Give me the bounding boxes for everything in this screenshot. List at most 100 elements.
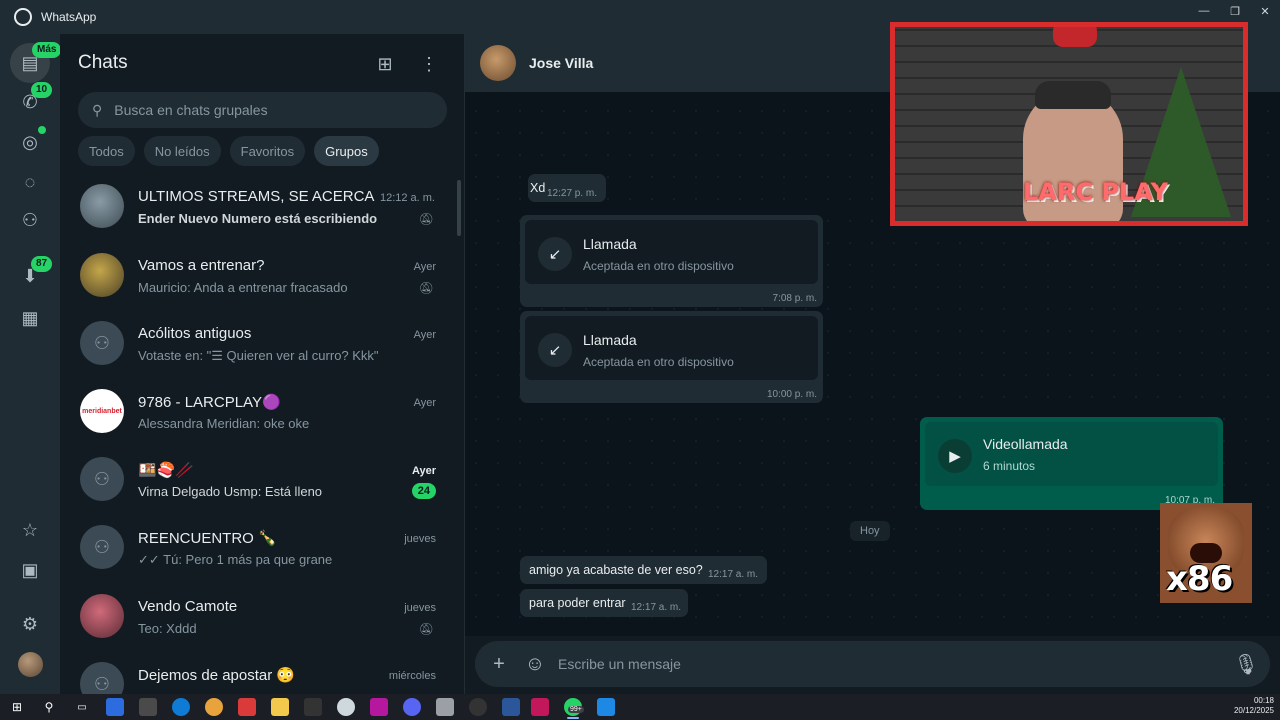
store-nav-button[interactable]: ▦ (14, 302, 46, 334)
store-app-icon[interactable] (106, 698, 124, 716)
chat-avatar (80, 184, 124, 228)
chat-time: jueves (404, 533, 436, 545)
app-icon[interactable] (238, 698, 256, 716)
status-icon: ◎ (22, 131, 38, 152)
store-icon: ▦ (21, 307, 39, 328)
search-input[interactable]: Busca en chats grupales (114, 102, 267, 118)
chat-item[interactable]: ⚇ REENCUENTRO 🍾 jueves ✓✓ Tú: Pero 1 más… (60, 519, 464, 587)
menu-dots-icon[interactable]: ⋮ (417, 52, 441, 76)
sticker-emoji-icon[interactable]: ☺ (523, 652, 547, 676)
call-card[interactable]: ↙ Llamada Aceptada en otro dispositivo (525, 220, 818, 284)
contact-avatar[interactable] (480, 45, 516, 81)
close-button[interactable]: ✕ (1250, 0, 1280, 22)
streamer-headset (1035, 81, 1111, 109)
chat-avatar: meridianbet (80, 389, 124, 433)
archived-badge: 87 (31, 256, 53, 272)
search-box[interactable]: ⚲ Busca en chats grupales (78, 92, 447, 128)
meme-text: x86 (1166, 559, 1233, 599)
whatsapp-taskbar-badge: 99+ (568, 706, 584, 713)
message-bubble-incoming[interactable]: amigo ya acabaste de ver eso? 12:17 a. m… (520, 556, 767, 584)
message-time: 12:17 a. m. (631, 602, 682, 613)
chrome-browser-icon[interactable] (205, 698, 223, 716)
chat-item[interactable]: ⚇ Acólitos antiguos Ayer Votaste en: "☰ … (60, 315, 464, 383)
christmas-bow-icon (1053, 27, 1097, 47)
profile-avatar[interactable] (18, 652, 43, 677)
chat-time: Ayer (411, 465, 436, 477)
chat-name: Vamos a entrenar? (138, 257, 265, 274)
chat-avatar (80, 253, 124, 297)
filter-chips: Todos No leídos Favoritos Grupos (78, 136, 379, 166)
unread-count-badge: 24 (411, 483, 436, 499)
group-avatar-icon: ⚇ (80, 525, 124, 569)
chat-item[interactable]: Vamos a entrenar? Ayer Mauricio: Anda a … (60, 247, 464, 315)
channels-icon: ◌ (24, 171, 36, 192)
starred-nav-button[interactable]: ☆ (14, 514, 46, 546)
filter-no-leidos[interactable]: No leídos (143, 136, 221, 166)
new-chat-icon[interactable]: ⊞ (373, 52, 397, 76)
communities-nav-button[interactable]: ⚇ (14, 204, 46, 236)
filter-todos[interactable]: Todos (78, 136, 135, 166)
media-nav-button[interactable]: ▣ (14, 554, 46, 586)
call-bubble[interactable]: ↙ Llamada Aceptada en otro dispositivo 7… (520, 215, 823, 307)
start-windows-icon[interactable]: ⊞ (8, 698, 26, 716)
message-time: 12:17 a. m. (708, 569, 759, 580)
call-bubble[interactable]: ↙ Llamada Aceptada en otro dispositivo 1… (520, 311, 823, 403)
chat-name: Dejemos de apostar 😳 (138, 667, 296, 684)
clock-time: 00:18 (1253, 696, 1274, 705)
app-icon[interactable] (531, 698, 549, 716)
edge-browser-icon[interactable] (172, 698, 190, 716)
chat-name: Vendo Camote (138, 598, 238, 615)
app-icon[interactable] (370, 698, 388, 716)
app-icon[interactable] (337, 698, 355, 716)
chat-list: ULTIMOS STREAMS, SE ACERCA EL... 12:12 a… (60, 178, 464, 694)
chat-item[interactable]: ⚇ Dejemos de apostar 😳 miércoles (60, 656, 464, 694)
chat-preview: ✓✓ Tú: Pero 1 más pa que grane (138, 552, 333, 567)
attach-plus-icon[interactable]: + (487, 652, 511, 676)
call-accepted-icon: ↙ (538, 237, 572, 271)
settings-nav-button[interactable]: ⚙ (14, 608, 46, 640)
message-text: Xd (530, 181, 546, 195)
meme-overlay: x86 (1160, 503, 1252, 603)
video-call-bubble[interactable]: ▶ Videollamada 6 minutos 10:07 p. m. (920, 417, 1223, 510)
video-call-card[interactable]: ▶ Videollamada 6 minutos (925, 422, 1218, 486)
minimize-button[interactable]: — (1189, 0, 1219, 22)
composer-box: + ☺ Escribe un mensaje 🎙︎ (475, 641, 1270, 687)
message-time: 10:00 p. m. (766, 389, 817, 400)
calculator-icon[interactable] (436, 698, 454, 716)
call-subtitle: 6 minutos (983, 459, 1036, 473)
chat-name: 🍱🍣🥢 (138, 462, 195, 479)
task-view-icon[interactable]: ▭ (73, 698, 91, 716)
chat-item[interactable]: ULTIMOS STREAMS, SE ACERCA EL... 12:12 a… (60, 178, 464, 246)
word-icon[interactable] (502, 698, 520, 716)
message-text: para poder entrar (529, 596, 626, 610)
message-bubble-incoming[interactable]: Xd 12:27 p. m. (528, 174, 606, 202)
chat-item[interactable]: ⚇ 🍱🍣🥢 Ayer Virna Delgado Usmp: Está llen… (60, 451, 464, 519)
windows-taskbar: ⊞ ⚲ ▭ 99+ 00:18 20/12/2025 (0, 694, 1280, 720)
discord-icon[interactable] (403, 698, 421, 716)
app-icon[interactable] (139, 698, 157, 716)
message-input[interactable]: Escribe un mensaje (558, 656, 681, 672)
video-camera-icon: ▶ (938, 439, 972, 473)
call-title: Llamada (583, 332, 637, 348)
filter-favoritos[interactable]: Favoritos (229, 136, 306, 166)
chat-item[interactable]: Vendo Camote jueves Teo: Xddd 🔕︎ (60, 588, 464, 656)
chat-list-scrollbar[interactable] (457, 180, 461, 236)
call-subtitle: Aceptada en otro dispositivo (583, 259, 734, 273)
stream-webcam-overlay: LARC PLAY (890, 22, 1248, 226)
call-card[interactable]: ↙ Llamada Aceptada en otro dispositivo (525, 316, 818, 380)
taskbar-search-icon[interactable]: ⚲ (40, 698, 58, 716)
microphone-icon[interactable]: 🎙︎ (1233, 652, 1258, 676)
maximize-button[interactable]: ❐ (1220, 0, 1250, 22)
obs-icon[interactable] (469, 698, 487, 716)
message-time: 7:08 p. m. (772, 293, 817, 304)
filter-grupos[interactable]: Grupos (314, 136, 379, 166)
active-app-indicator (567, 717, 579, 719)
communities-icon: ⚇ (21, 209, 39, 230)
chat-item[interactable]: meridianbet 9786 - LARCPLAY🟣 Ayer Alessa… (60, 383, 464, 451)
system-clock[interactable]: 00:18 20/12/2025 (1234, 696, 1274, 716)
message-bubble-incoming[interactable]: para poder entrar 12:17 a. m. (520, 589, 688, 617)
file-explorer-icon[interactable] (271, 698, 289, 716)
app-icon[interactable] (304, 698, 322, 716)
channels-nav-button[interactable]: ◌ (14, 166, 46, 198)
app-icon[interactable] (597, 698, 615, 716)
